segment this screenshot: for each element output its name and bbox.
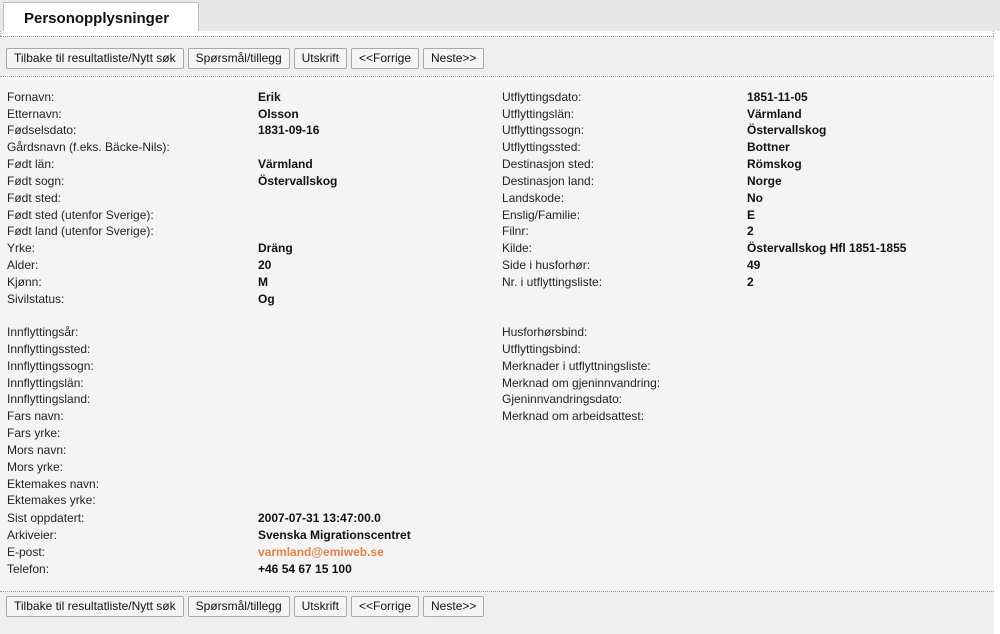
archive-owner-value: Svenska Migrationscentret <box>258 528 411 542</box>
field-value: Värmland <box>258 157 313 171</box>
field-label: Utflyttingsbind: <box>502 342 581 356</box>
field-value: Östervallskog <box>747 123 827 137</box>
field-label: Født sogn: <box>7 174 65 188</box>
field-label: Utflyttingssted: <box>502 140 581 154</box>
field-label: Landskode: <box>502 191 565 205</box>
field-label: Destinasjon sted: <box>502 157 595 171</box>
field-label: Innflyttingsår: <box>7 325 79 339</box>
field-value: No <box>747 191 763 205</box>
field-value: Norge <box>747 174 782 188</box>
field-label: Fødselsdato: <box>7 123 77 137</box>
field-value: 1831-09-16 <box>258 123 320 137</box>
previous-button[interactable]: <<Forrige <box>350 596 420 617</box>
question-addition-button[interactable]: Spørsmål/tillegg <box>187 596 290 617</box>
field-label: Fornavn: <box>7 90 55 104</box>
field-label: Side i husforhør: <box>502 258 591 272</box>
last-updated-value: 2007-07-31 13:47:00.0 <box>258 511 381 525</box>
field-label: Innflyttingssted: <box>7 342 91 356</box>
field-label: Utflyttingsdato: <box>502 90 582 104</box>
field-label: Ektemakes yrke: <box>7 493 96 507</box>
field-label: Alder: <box>7 258 39 272</box>
field-value: M <box>258 275 268 289</box>
question-addition-button[interactable]: Spørsmål/tillegg <box>187 48 290 69</box>
field-value: E <box>747 208 756 222</box>
field-value: Värmland <box>747 107 802 121</box>
field-label: Utflyttingslän: <box>502 107 575 121</box>
field-label: Husforhørsbind: <box>502 325 588 339</box>
field-value: Bottner <box>747 140 790 154</box>
divider <box>0 36 994 37</box>
field-value: Römskog <box>747 157 802 171</box>
field-label: Kilde: <box>502 241 533 255</box>
field-label: Født land (utenfor Sverige): <box>7 224 154 238</box>
field-label: Født län: <box>7 157 55 171</box>
field-label: Sist oppdatert: <box>7 511 85 525</box>
field-value: 49 <box>747 258 761 272</box>
email-link[interactable]: varmland@emiweb.se <box>258 544 384 561</box>
field-label: Kjønn: <box>7 275 42 289</box>
field-label: Født sted (utenfor Sverige): <box>7 208 154 222</box>
field-label: Fars yrke: <box>7 426 61 440</box>
field-value: 2 <box>747 224 754 238</box>
print-button[interactable]: Utskrift <box>293 48 347 69</box>
field-label: Sivilstatus: <box>7 292 65 306</box>
field-value: Östervallskog <box>258 174 338 188</box>
field-value: 2 <box>747 275 754 289</box>
divider <box>0 591 994 592</box>
field-label: Merknad om gjeninnvandring: <box>502 376 661 390</box>
top-toolbar: Tilbake til resultatliste/Nytt søk Spørs… <box>6 48 485 70</box>
field-label: Merknader i utflyttningsliste: <box>502 359 651 373</box>
field-label: Gjeninnvandringsdato: <box>502 392 623 406</box>
phone-value: +46 54 67 15 100 <box>258 562 352 576</box>
field-label: Yrke: <box>7 241 36 255</box>
field-label: Født sted: <box>7 191 62 205</box>
field-label: Utflyttingssogn: <box>502 123 585 137</box>
field-value: Olsson <box>258 107 299 121</box>
back-to-results-button[interactable]: Tilbake til resultatliste/Nytt søk <box>6 596 184 617</box>
next-button[interactable]: Neste>> <box>423 48 485 69</box>
field-label: Fars navn: <box>7 409 64 423</box>
field-value: 1851-11-05 <box>747 90 808 104</box>
tab-title: Personopplysninger <box>24 10 170 27</box>
field-label: Destinasjon land: <box>502 174 595 188</box>
person-details: Fornavn: Erik Etternavn: Olsson Fødselsd… <box>0 77 994 591</box>
bottom-toolbar: Tilbake til resultatliste/Nytt søk Spørs… <box>6 596 485 618</box>
field-value: Dräng <box>258 241 293 255</box>
field-value: 20 <box>258 258 272 272</box>
print-button[interactable]: Utskrift <box>293 596 347 617</box>
field-label: Arkiveier: <box>7 528 58 542</box>
field-label: Nr. i utflyttingsliste: <box>502 275 603 289</box>
field-label: Innflyttingssogn: <box>7 359 94 373</box>
field-value: Erik <box>258 90 281 104</box>
field-label: Ektemakes navn: <box>7 477 100 491</box>
field-label: Mors navn: <box>7 443 67 457</box>
field-label: E-post: <box>7 545 46 559</box>
previous-button[interactable]: <<Forrige <box>350 48 420 69</box>
tab-personopplysninger[interactable]: Personopplysninger <box>3 2 199 32</box>
field-label: Filnr: <box>502 224 529 238</box>
field-label: Mors yrke: <box>7 460 64 474</box>
field-label: Innflyttingslän: <box>7 376 84 390</box>
field-label: Etternavn: <box>7 107 62 121</box>
field-value: Og <box>258 292 275 306</box>
next-button[interactable]: Neste>> <box>423 596 485 617</box>
field-value: Östervallskog Hfl 1851-1855 <box>747 241 907 255</box>
back-to-results-button[interactable]: Tilbake til resultatliste/Nytt søk <box>6 48 184 69</box>
field-label: Telefon: <box>7 562 50 576</box>
field-label: Enslig/Familie: <box>502 208 581 222</box>
field-label: Merknad om arbeidsattest: <box>502 409 645 423</box>
field-label: Innflyttingsland: <box>7 392 91 406</box>
field-label: Gårdsnavn (f.eks. Bäcke-Nils): <box>7 140 170 154</box>
